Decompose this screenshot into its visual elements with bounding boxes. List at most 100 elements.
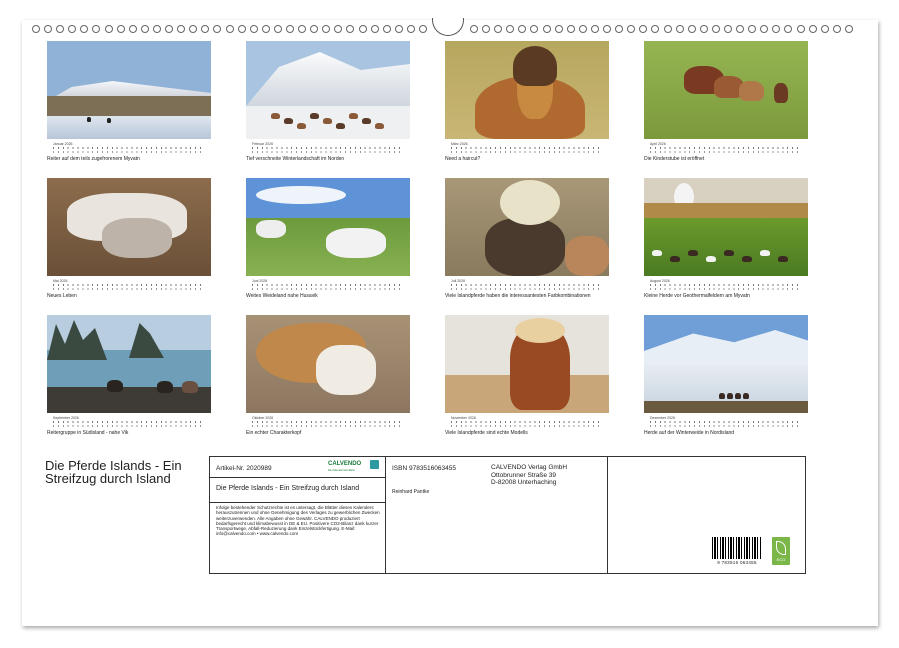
day-grid xyxy=(252,421,404,427)
scene-shape xyxy=(316,345,376,395)
binding-ring xyxy=(68,25,76,33)
month-caption: Neues Leben xyxy=(47,293,211,299)
scene-shape xyxy=(256,220,286,238)
scene-shape xyxy=(271,113,280,119)
binding-ring xyxy=(322,25,330,33)
month-label: Juni 2026 xyxy=(252,279,267,283)
publisher-line: D-82008 Unterhaching xyxy=(491,479,567,487)
binding-ring xyxy=(651,25,659,33)
day-grid xyxy=(53,147,205,153)
month-caption: Viele Islandpferde sind echte Modells xyxy=(445,430,609,436)
spiral-binding xyxy=(22,20,878,38)
day-grid xyxy=(252,147,404,153)
month-photo xyxy=(644,178,808,276)
scene-shape xyxy=(644,203,808,218)
leaf-icon xyxy=(776,541,786,555)
binding-ring xyxy=(748,25,756,33)
month-photo xyxy=(246,178,410,276)
month-label: Januar 2026 xyxy=(53,142,72,146)
binding-ring xyxy=(482,25,490,33)
binding-ring xyxy=(274,25,282,33)
month-panel: Juli 2026 Viele Islandpferde haben die i… xyxy=(445,178,609,308)
info-box: Artikel-Nr. 2020989 CALVENDO Die Kalende… xyxy=(209,456,806,574)
month-photo xyxy=(644,315,808,413)
binding-ring xyxy=(201,25,209,33)
article-number: Artikel-Nr. 2020989 xyxy=(216,465,272,472)
month-photo xyxy=(246,315,410,413)
binding-ring xyxy=(688,25,696,33)
binding-ring xyxy=(760,25,768,33)
month-caption: Kleine Herde vor Geothermalfeldern am My… xyxy=(644,293,808,299)
month-panel: November 2026 Viele Islandpferde sind ec… xyxy=(445,315,609,445)
binding-ring xyxy=(567,25,575,33)
month-photo xyxy=(47,315,211,413)
scene-shape xyxy=(670,256,680,262)
divider xyxy=(210,477,385,478)
binding-ring xyxy=(772,25,780,33)
publisher-line: CALVENDO Verlag GmbH xyxy=(491,464,567,472)
month-panel: August 2026 Kleine Herde vor Geothermalf… xyxy=(644,178,808,308)
binding-ring xyxy=(298,25,306,33)
binding-ring xyxy=(286,25,294,33)
binding-ring xyxy=(213,25,221,33)
month-photo xyxy=(47,41,211,139)
scene-shape xyxy=(644,401,808,413)
calvendo-tagline: Die Kalendermanufaktur xyxy=(328,469,355,472)
month-label: September 2026 xyxy=(53,416,79,420)
scene-shape xyxy=(336,123,345,129)
binding-ring xyxy=(797,25,805,33)
scene-shape xyxy=(47,96,211,116)
scene-shape xyxy=(644,218,808,276)
binding-ring xyxy=(845,25,853,33)
publisher-line: Ottobrunner Straße 39 xyxy=(491,472,567,480)
month-label: April 2026 xyxy=(650,142,666,146)
scene-shape xyxy=(688,250,698,256)
scene-shape xyxy=(760,250,770,256)
month-caption: Ein echter Charakterkopf xyxy=(246,430,410,436)
binding-ring xyxy=(530,25,538,33)
month-caption: Viele Islandpferde haben die interessant… xyxy=(445,293,609,299)
scene-shape xyxy=(652,250,662,256)
binding-ring xyxy=(407,25,415,33)
month-label: März 2026 xyxy=(451,142,468,146)
legal-notice: Infolge bestehender Schutzrechte ist es … xyxy=(216,505,380,537)
scene-shape xyxy=(565,236,609,276)
eco-badge: ECO xyxy=(772,537,790,565)
day-grid xyxy=(451,284,603,290)
scene-shape xyxy=(706,256,716,262)
month-label: Mai 2026 xyxy=(53,279,67,283)
month-photo xyxy=(445,41,609,139)
month-label: Juli 2026 xyxy=(451,279,465,283)
month-panel: Februar 2026 Tief verschneite Winterland… xyxy=(246,41,410,171)
binding-ring xyxy=(383,25,391,33)
author: Reinhard Pantke xyxy=(392,489,429,495)
binding-ring xyxy=(506,25,514,33)
month-caption: Weites Weideland nahe Husavik xyxy=(246,293,410,299)
binding-rings-right xyxy=(470,25,853,33)
month-photo xyxy=(445,315,609,413)
month-panel: Dezember 2026 Herde auf der Winterweide … xyxy=(644,315,808,445)
month-caption: Reitergruppe in Südisland - nahe Vik xyxy=(47,430,211,436)
binding-ring xyxy=(56,25,64,33)
month-caption: Need a haircut? xyxy=(445,156,609,162)
binding-ring xyxy=(639,25,647,33)
binding-ring xyxy=(371,25,379,33)
day-grid xyxy=(451,421,603,427)
binding-ring xyxy=(543,25,551,33)
binding-ring xyxy=(833,25,841,33)
divider xyxy=(210,502,385,503)
day-grid xyxy=(252,284,404,290)
binding-ring xyxy=(105,25,113,33)
month-photo xyxy=(47,178,211,276)
scene-shape xyxy=(323,118,332,124)
month-panel: Juni 2026 Weites Weideland nahe Husavik xyxy=(246,178,410,308)
scene-shape xyxy=(349,113,358,119)
scene-shape xyxy=(743,393,749,399)
scene-shape xyxy=(500,180,560,225)
scene-shape xyxy=(778,256,788,262)
binding-ring xyxy=(80,25,88,33)
scene-shape xyxy=(107,118,111,123)
binding-ring xyxy=(555,25,563,33)
binding-ring xyxy=(712,25,720,33)
month-caption: Tief verschneite Winterlandschaft im Nor… xyxy=(246,156,410,162)
